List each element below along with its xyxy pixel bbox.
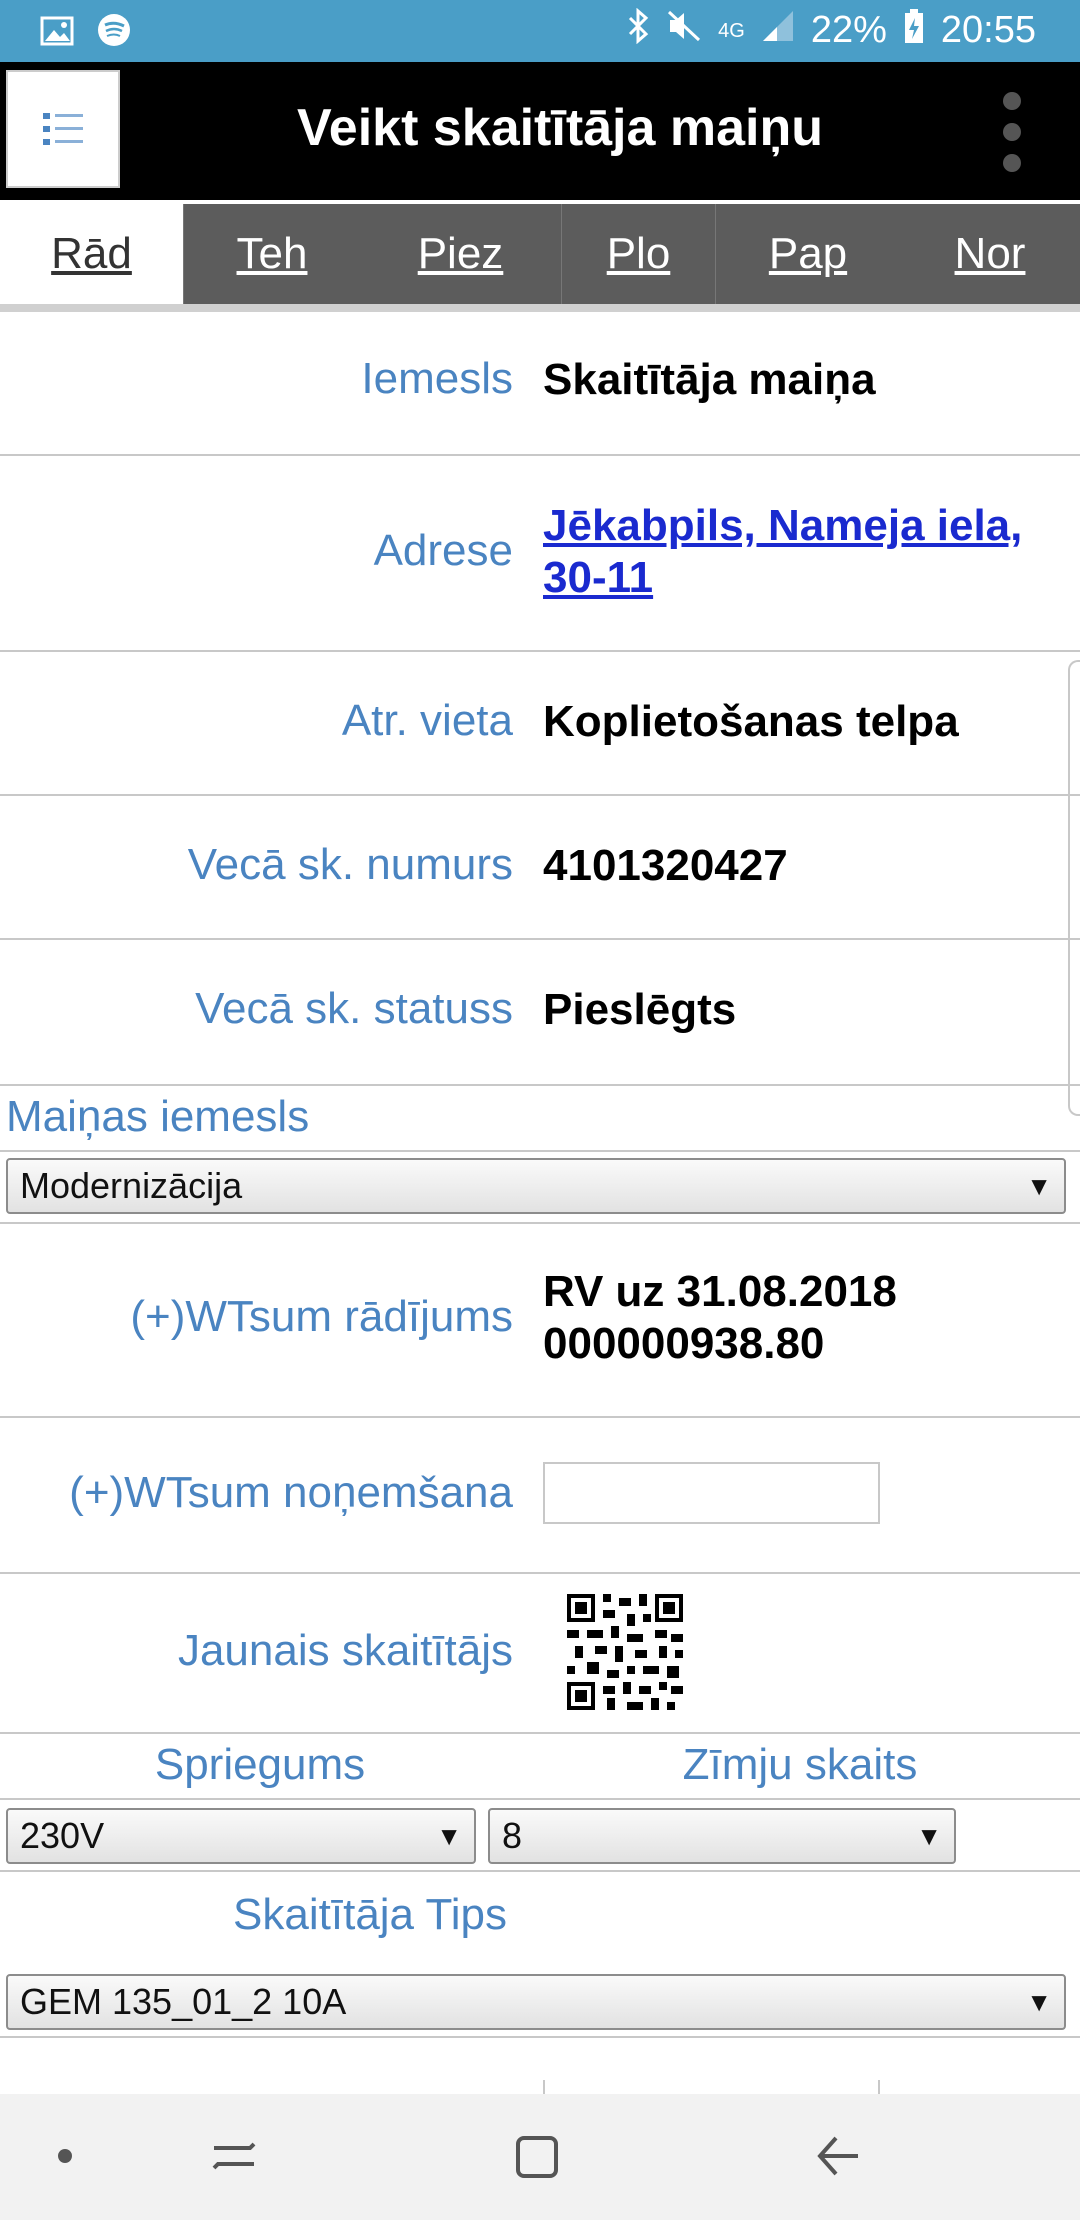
- more-options-icon[interactable]: [1000, 92, 1024, 172]
- tab-piez[interactable]: Piez: [360, 204, 562, 304]
- reading-label: (+)WTsum rādījums: [130, 1292, 513, 1341]
- page-title: Veikt skaitītāja maiņu: [296, 99, 824, 157]
- reason-value: Skaitītāja maiņa: [543, 355, 876, 404]
- old-number-label: Vecā sk. numurs: [187, 840, 513, 889]
- reading-row: (+)WTsum rādījums RV uz 31.08.2018 000000…: [0, 1224, 1080, 1418]
- dropdown-arrow-icon: ▼: [436, 1821, 462, 1851]
- mute-icon: [666, 8, 702, 53]
- voltage-selected: 230V: [20, 1815, 105, 1856]
- next-row-peek: [543, 2080, 880, 2094]
- back-icon[interactable]: [798, 2124, 878, 2188]
- voltage-digits-row: 230V ▼ 8 ▼: [0, 1800, 1080, 1872]
- old-number-value: 4101320427: [543, 841, 788, 890]
- change-reason-select[interactable]: Modernizācija ▼: [6, 1158, 1066, 1214]
- dropdown-arrow-icon: ▼: [916, 1821, 942, 1851]
- tab-pap[interactable]: Pap: [716, 204, 900, 304]
- change-reason-row: Modernizācija ▼: [0, 1152, 1080, 1224]
- qr-scan-icon[interactable]: [566, 1594, 684, 1715]
- digits-select[interactable]: 8 ▼: [488, 1808, 956, 1864]
- dropdown-arrow-icon: ▼: [1026, 1987, 1052, 2017]
- tab-underline: [0, 304, 1080, 312]
- digits-label: Zīmju skaits: [682, 1740, 918, 1789]
- battery-charging-icon: [903, 8, 925, 53]
- reason-row: Iemesls Skaitītāja maiņa: [0, 312, 1080, 456]
- battery-percent: 22%: [810, 9, 887, 51]
- scroll-indicator[interactable]: [1068, 660, 1080, 1116]
- tab-plo[interactable]: Plo: [562, 204, 716, 304]
- gallery-icon: [40, 15, 74, 55]
- home-icon[interactable]: [496, 2124, 576, 2188]
- app-bar: Veikt skaitītāja maiņu: [0, 62, 1080, 200]
- new-meter-row: Jaunais skaitītājs: [0, 1574, 1080, 1734]
- bluetooth-icon: [626, 7, 650, 53]
- clock: 20:55: [940, 9, 1036, 51]
- signal-icon: [761, 9, 795, 52]
- tab-teh[interactable]: Teh: [184, 204, 360, 304]
- address-label: Adrese: [373, 526, 513, 575]
- status-bar-right: 4G 22% 20:55: [626, 7, 1036, 53]
- change-reason-selected: Modernizācija: [20, 1165, 243, 1206]
- meter-type-header: Skaitītāja Tips: [0, 1872, 1080, 1966]
- address-row: Adrese Jēkabpils, Nameja iela, 30-11: [0, 456, 1080, 652]
- change-reason-label: Maiņas iemesls: [6, 1092, 310, 1141]
- status-bar: 4G 22% 20:55: [0, 0, 1080, 62]
- change-reason-header: Maiņas iemesls: [0, 1086, 1080, 1152]
- spotify-icon: [96, 12, 132, 57]
- meter-type-selected: GEM 135_01_2 10A: [20, 1981, 347, 2022]
- recent-apps-icon[interactable]: [194, 2124, 274, 2188]
- network-type: 4G: [718, 19, 745, 42]
- address-value: Jēkabpils, Nameja iela, 30-11: [543, 500, 1022, 604]
- voltage-digits-header: Spriegums Zīmju skaits: [0, 1734, 1080, 1800]
- nav-dot-icon[interactable]: [40, 2124, 90, 2188]
- location-row: Atr. vieta Koplietošanas telpa: [0, 652, 1080, 796]
- location-value: Koplietošanas telpa: [543, 697, 959, 746]
- tab-bar: Rād Teh Piez Plo Pap Nor: [0, 204, 1080, 304]
- reading-value: RV uz 31.08.2018 000000938.80: [543, 1267, 897, 1368]
- system-nav-bar: [0, 2094, 1080, 2220]
- old-status-row: Vecā sk. statuss Pieslēgts: [0, 940, 1080, 1086]
- address-link[interactable]: Jēkabpils, Nameja iela, 30-11: [543, 501, 1022, 602]
- location-label: Atr. vieta: [341, 696, 513, 745]
- tab-nor[interactable]: Nor: [900, 204, 1080, 304]
- removal-row: (+)WTsum noņemšana: [0, 1418, 1080, 1574]
- meter-type-select[interactable]: GEM 135_01_2 10A ▼: [6, 1974, 1066, 2030]
- meter-type-label: Skaitītāja Tips: [233, 1890, 507, 1939]
- old-number-row: Vecā sk. numurs 4101320427: [0, 796, 1080, 940]
- voltage-label: Spriegums: [154, 1740, 366, 1789]
- reason-label: Iemesls: [361, 354, 513, 403]
- dropdown-arrow-icon: ▼: [1026, 1171, 1052, 1201]
- old-status-label: Vecā sk. statuss: [195, 984, 513, 1033]
- voltage-select[interactable]: 230V ▼: [6, 1808, 476, 1864]
- old-status-value: Pieslēgts: [543, 985, 737, 1034]
- new-meter-label: Jaunais skaitītājs: [177, 1626, 513, 1675]
- tab-rad[interactable]: Rād: [0, 204, 184, 304]
- digits-selected: 8: [502, 1815, 523, 1856]
- meter-type-row: GEM 135_01_2 10A ▼: [0, 1966, 1080, 2038]
- removal-input[interactable]: [543, 1462, 880, 1524]
- status-bar-left: [40, 12, 132, 57]
- removal-label: (+)WTsum noņemšana: [69, 1468, 513, 1517]
